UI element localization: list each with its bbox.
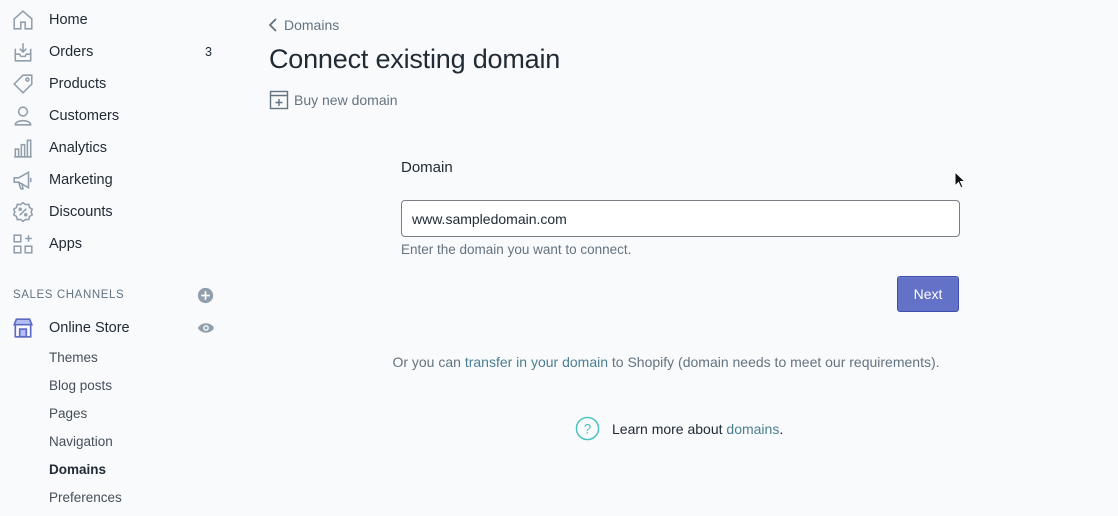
breadcrumb-label: Domains [284, 17, 340, 33]
domains-link[interactable]: domains [726, 421, 779, 437]
person-icon [12, 105, 34, 127]
transfer-domain-link[interactable]: transfer in your domain [465, 354, 608, 370]
breadcrumb[interactable]: Domains [268, 17, 339, 33]
add-sales-channel-icon[interactable] [197, 287, 214, 304]
svg-text:?: ? [584, 421, 591, 436]
chevron-left-icon [268, 18, 277, 32]
learn-more-text: Learn more about domains. [612, 421, 783, 437]
orders-icon [12, 41, 34, 63]
sidebar-subitem-blog-posts[interactable]: Blog posts [49, 378, 112, 393]
sidebar-item-customers[interactable]: Customers [0, 100, 232, 132]
apps-icon [12, 233, 34, 255]
sidebar-item-label: Online Store [49, 320, 130, 336]
domain-input[interactable] [401, 200, 960, 237]
sidebar: Home Orders 3 Products Customers Analyti… [0, 0, 232, 516]
megaphone-icon [12, 169, 34, 191]
page-title: Connect existing domain [269, 44, 561, 74]
transfer-text: Or you can transfer in your domain to Sh… [381, 354, 951, 370]
learn-more: ? Learn more about domains. [575, 416, 783, 441]
sidebar-item-apps[interactable]: Apps [0, 228, 232, 260]
learn-more-prefix: Learn more about [612, 420, 727, 437]
orders-count-badge: 3 [205, 45, 212, 59]
buy-new-domain-label: Buy new domain [294, 92, 398, 108]
discount-icon [12, 201, 34, 223]
eye-icon[interactable] [197, 320, 215, 336]
home-icon [12, 9, 34, 31]
domain-field-label: Domain [401, 159, 453, 176]
sidebar-item-label: Analytics [49, 140, 108, 156]
tag-icon [12, 73, 34, 95]
transfer-prefix: Or you can [392, 354, 465, 370]
sidebar-item-label: Products [49, 76, 107, 92]
sales-channels-heading: SALES CHANNELS [13, 289, 125, 301]
sidebar-item-orders[interactable]: Orders 3 [0, 36, 232, 68]
store-icon [12, 317, 34, 339]
sidebar-subitem-preferences[interactable]: Preferences [49, 490, 122, 505]
sidebar-item-home[interactable]: Home [0, 4, 232, 36]
sidebar-subitem-navigation[interactable]: Navigation [49, 434, 113, 449]
sidebar-item-label: Home [49, 12, 88, 28]
learn-more-suffix: . [779, 420, 784, 437]
buy-domain-icon [269, 90, 289, 110]
sidebar-item-marketing[interactable]: Marketing [0, 164, 232, 196]
sidebar-item-products[interactable]: Products [0, 68, 232, 100]
sidebar-item-analytics[interactable]: Analytics [0, 132, 232, 164]
transfer-suffix: to Shopify (domain needs to meet our req… [608, 354, 940, 370]
bar-chart-icon [12, 137, 34, 159]
sidebar-item-label: Customers [49, 108, 120, 124]
buy-new-domain-button[interactable]: Buy new domain [269, 90, 398, 110]
sidebar-subitem-pages[interactable]: Pages [49, 406, 87, 421]
sidebar-item-label: Discounts [49, 204, 113, 220]
next-button[interactable]: Next [897, 276, 959, 312]
sidebar-subitem-themes[interactable]: Themes [49, 350, 98, 365]
sidebar-subitem-domains[interactable]: Domains [49, 462, 106, 477]
help-question-icon: ? [575, 416, 600, 441]
mouse-cursor-icon [954, 171, 966, 189]
sidebar-item-label: Marketing [49, 172, 113, 188]
sidebar-item-label: Orders [49, 44, 94, 60]
main-content: Domains Connect existing domain Buy new … [232, 0, 1118, 516]
sidebar-item-label: Apps [49, 236, 83, 252]
domain-help-text: Enter the domain you want to connect. [401, 242, 632, 257]
sidebar-item-discounts[interactable]: Discounts [0, 196, 232, 228]
